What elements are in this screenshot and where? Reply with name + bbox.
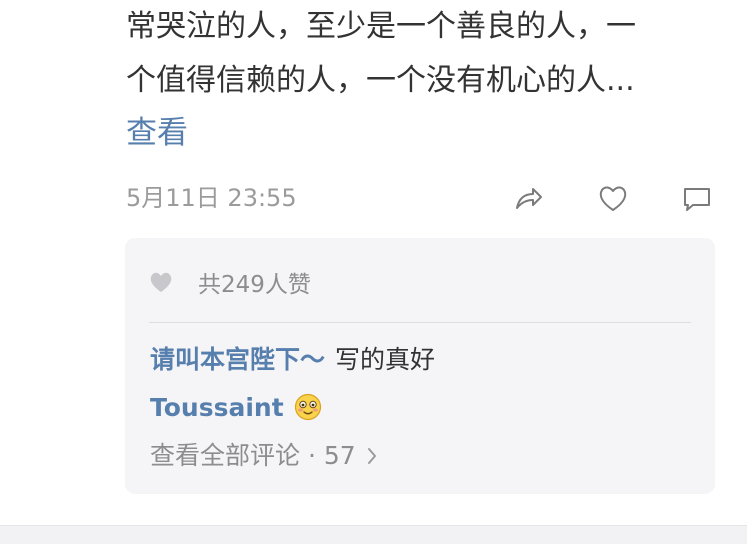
post-text-line: 常哭泣的人，至少是一个善良的人，一 <box>126 9 636 44</box>
comment-item: 请叫本宫陛下～ 写的真好 <box>150 342 435 378</box>
post-text-line: 个值得信赖的人，一个没有机心的人... <box>126 63 635 98</box>
comment-author[interactable]: 请叫本宫陛下～ <box>150 345 325 374</box>
share-icon <box>516 188 542 209</box>
comment-author[interactable]: Toussaint <box>150 393 284 422</box>
blushing-smile-emoji-icon <box>294 393 321 421</box>
view-all-comments-link[interactable]: 查看全部评论 · 57 <box>150 438 378 474</box>
comment-button[interactable] <box>679 180 715 216</box>
comment-icon <box>684 188 710 211</box>
view-all-comments-label: 查看全部评论 · 57 <box>150 441 356 470</box>
post-body: 常哭泣的人，至少是一个善良的人，一 个值得信赖的人，一个没有机心的人... <box>126 0 716 108</box>
section-gap <box>0 526 747 544</box>
chevron-right-icon <box>367 448 376 464</box>
divider <box>149 322 691 323</box>
share-button[interactable] <box>510 180 546 216</box>
comment-item: Toussaint <box>150 390 322 426</box>
likes-summary-row: 共249人赞 <box>148 266 311 298</box>
view-more-link[interactable]: 查看 <box>126 110 188 156</box>
post-timestamp: 5月11日 23:55 <box>126 184 297 212</box>
heart-outline-icon <box>599 186 627 211</box>
comments-panel: 共249人赞 请叫本宫陛下～ 写的真好 Toussaint 查看全部评论 · 57 <box>125 238 715 494</box>
heart-filled-icon <box>150 272 172 292</box>
comment-text: 写的真好 <box>335 345 436 374</box>
like-button[interactable] <box>595 180 631 216</box>
likes-count: 共249人赞 <box>198 272 311 298</box>
